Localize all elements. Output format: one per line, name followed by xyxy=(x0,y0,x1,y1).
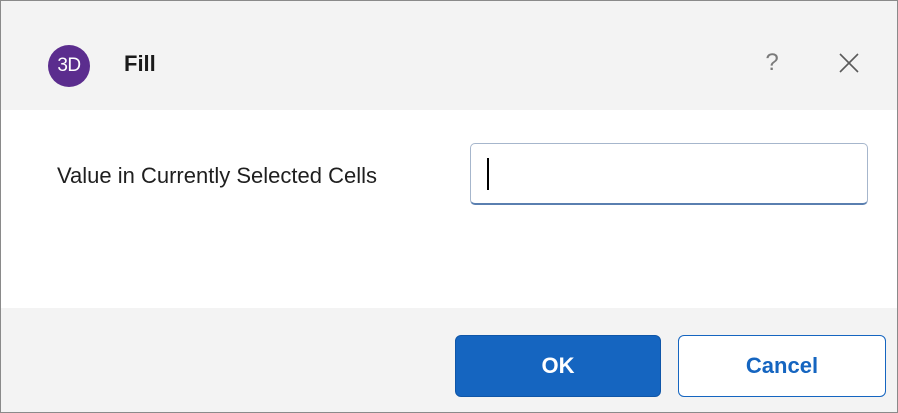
fill-dialog: 3D Fill ? Value in Currently Selected Ce… xyxy=(0,0,898,413)
cancel-button[interactable]: Cancel xyxy=(678,335,886,397)
help-button[interactable]: ? xyxy=(754,45,790,81)
dialog-content: Value in Currently Selected Cells xyxy=(1,110,897,308)
value-input[interactable] xyxy=(470,143,868,205)
dialog-title: Fill xyxy=(124,51,156,76)
app-3d-icon: 3D xyxy=(48,45,90,87)
title-bar: 3D Fill ? xyxy=(1,1,897,110)
close-icon xyxy=(839,53,859,73)
button-bar: OK Cancel xyxy=(1,308,897,412)
value-field-label: Value in Currently Selected Cells xyxy=(57,163,377,188)
close-button[interactable] xyxy=(829,45,869,81)
text-caret xyxy=(487,158,489,190)
ok-button[interactable]: OK xyxy=(455,335,661,397)
